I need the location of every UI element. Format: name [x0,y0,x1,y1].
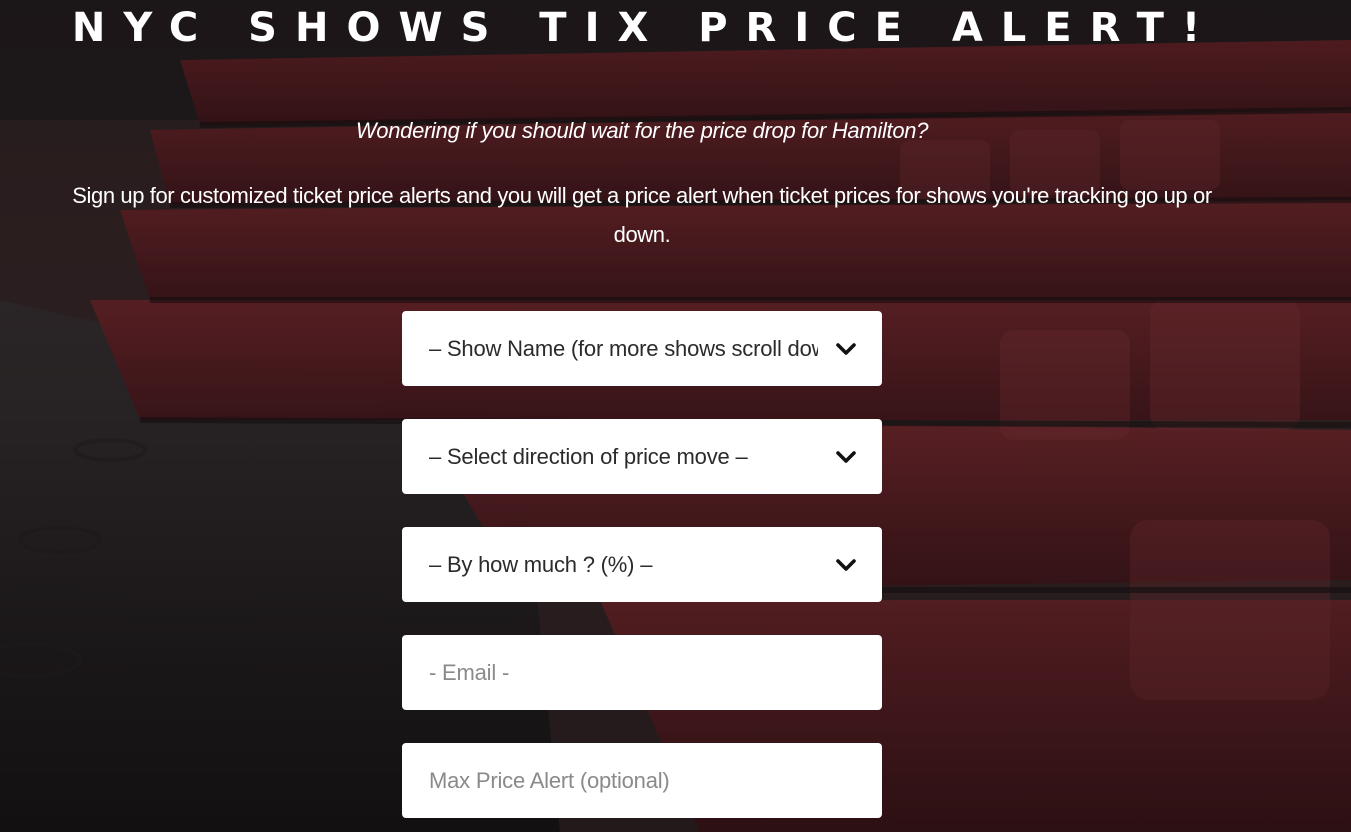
page-title: NYC SHOWS TIX PRICE ALERT! [71,5,1219,51]
chevron-down-icon [834,553,858,577]
price-change-percent-select-value: – By how much ? (%) – [429,551,653,577]
show-name-select[interactable]: – Show Name (for more shows scroll down)… [402,311,882,386]
chevron-down-icon [834,445,858,469]
show-name-select-value: – Show Name (for more shows scroll down)… [429,335,818,361]
signup-section: NYC SHOWS TIX PRICE ALERT! Wondering if … [0,0,1351,832]
max-price-alert-field-placeholder: Max Price Alert (optional) [429,767,670,793]
price-change-percent-select[interactable]: – By how much ? (%) – [402,527,882,602]
email-field[interactable]: - Email - [402,635,882,710]
intro-subtitle: Wondering if you should wait for the pri… [355,118,929,143]
intro-description: Sign up for customized ticket price aler… [72,183,1212,247]
price-direction-select-value: – Select direction of price move – [429,443,748,469]
max-price-alert-field[interactable]: Max Price Alert (optional) [402,743,882,818]
price-direction-select[interactable]: – Select direction of price move – [402,419,882,494]
email-field-placeholder: - Email - [429,659,510,685]
chevron-down-icon [834,337,858,361]
